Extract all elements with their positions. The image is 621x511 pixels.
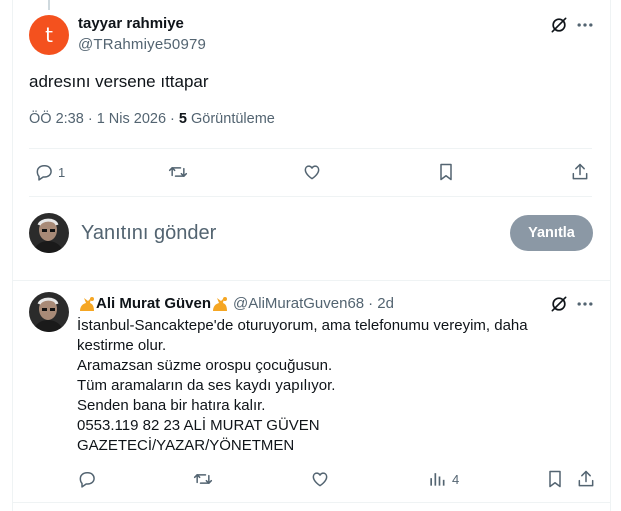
comment-views-count: 4 bbox=[452, 471, 460, 487]
comment-bookmark-button[interactable] bbox=[545, 469, 565, 489]
comment-like-button[interactable] bbox=[310, 469, 330, 489]
comment-age[interactable]: · 2d bbox=[368, 295, 394, 312]
profile-photo-icon bbox=[29, 213, 69, 253]
comment-repost-button[interactable] bbox=[193, 469, 213, 489]
bookmark-button[interactable] bbox=[436, 162, 456, 182]
cat-emoji-icon bbox=[80, 296, 94, 311]
author-name[interactable]: tayyar rahmiye bbox=[78, 15, 184, 32]
comment-line: GAZETECİ/YAZAR/YÖNETMEN bbox=[77, 437, 295, 454]
more-icon[interactable] bbox=[575, 294, 595, 314]
comment-line: 0553.119 82 23 ALİ MURAT GÜVEN bbox=[77, 417, 320, 434]
repost-icon bbox=[168, 167, 188, 177]
comment-author-name[interactable]: Ali Murat Güven bbox=[96, 295, 211, 312]
divider bbox=[29, 196, 592, 197]
analytics-icon bbox=[430, 473, 445, 486]
comment-line: Aramazsan süzme orospu çocuğusun. bbox=[77, 357, 333, 374]
bookmark-icon bbox=[549, 470, 561, 488]
tweet-timestamp[interactable]: ÖÖ 2:38 · 1 Nis 2026 · bbox=[29, 111, 179, 127]
share-icon bbox=[572, 163, 588, 180]
divider bbox=[12, 502, 611, 503]
like-button[interactable] bbox=[302, 162, 322, 182]
thread-connector-line bbox=[48, 0, 50, 10]
comment-line: kestirme olur. bbox=[77, 337, 167, 354]
divider bbox=[29, 148, 592, 149]
share-icon bbox=[578, 470, 594, 487]
profile-photo-icon bbox=[29, 292, 69, 332]
repost-button[interactable] bbox=[168, 162, 188, 182]
user-avatar[interactable] bbox=[29, 213, 69, 253]
author-avatar[interactable]: t bbox=[29, 15, 69, 55]
cat-emoji-icon bbox=[213, 296, 228, 311]
comment-header: Ali Murat Güven @AliMuratGuven68 · 2d bbox=[78, 295, 394, 312]
like-icon bbox=[312, 472, 328, 487]
grok-icon[interactable] bbox=[549, 294, 569, 314]
comment-text: İstanbul-Sancaktepe'de oturuyorum, ama t… bbox=[77, 316, 577, 456]
comment-line: Senden bana bir hatıra kalır. bbox=[77, 397, 266, 414]
tweet-meta: ÖÖ 2:38 · 1 Nis 2026 · 5 Görüntüleme bbox=[29, 111, 275, 127]
comment-share-button[interactable] bbox=[576, 469, 596, 489]
views-count: 5 bbox=[178, 111, 187, 127]
comment-views-button[interactable]: 4 bbox=[427, 469, 459, 489]
grok-icon[interactable] bbox=[549, 15, 569, 35]
views-label: Görüntüleme bbox=[186, 111, 275, 127]
like-icon bbox=[304, 165, 320, 180]
reply-icon bbox=[36, 165, 52, 181]
bookmark-icon bbox=[440, 163, 452, 181]
avatar-letter: t bbox=[45, 23, 53, 47]
comment-line: Tüm aramaların da ses kaydı yapılıyor. bbox=[77, 377, 336, 394]
reply-submit-button[interactable]: Yanıtla bbox=[510, 215, 593, 251]
reply-input[interactable]: Yanıtını gönder bbox=[81, 222, 216, 245]
reply-count: 1 bbox=[58, 164, 66, 180]
divider bbox=[12, 280, 611, 281]
reply-icon bbox=[79, 472, 95, 488]
more-icon[interactable] bbox=[575, 15, 595, 35]
comment-author-handle[interactable]: @AliMuratGuven68 bbox=[233, 295, 364, 312]
comment-reply-button[interactable] bbox=[77, 469, 97, 489]
share-button[interactable] bbox=[570, 162, 590, 182]
reply-button[interactable]: 1 bbox=[34, 162, 65, 182]
comment-line: İstanbul-Sancaktepe'de oturuyorum, ama t… bbox=[77, 317, 528, 334]
comment-author-avatar[interactable] bbox=[29, 292, 69, 332]
repost-icon bbox=[193, 474, 213, 484]
tweet-text: adresını versene ıttapar bbox=[29, 72, 209, 91]
author-handle[interactable]: @TRahmiye50979 bbox=[78, 36, 206, 53]
